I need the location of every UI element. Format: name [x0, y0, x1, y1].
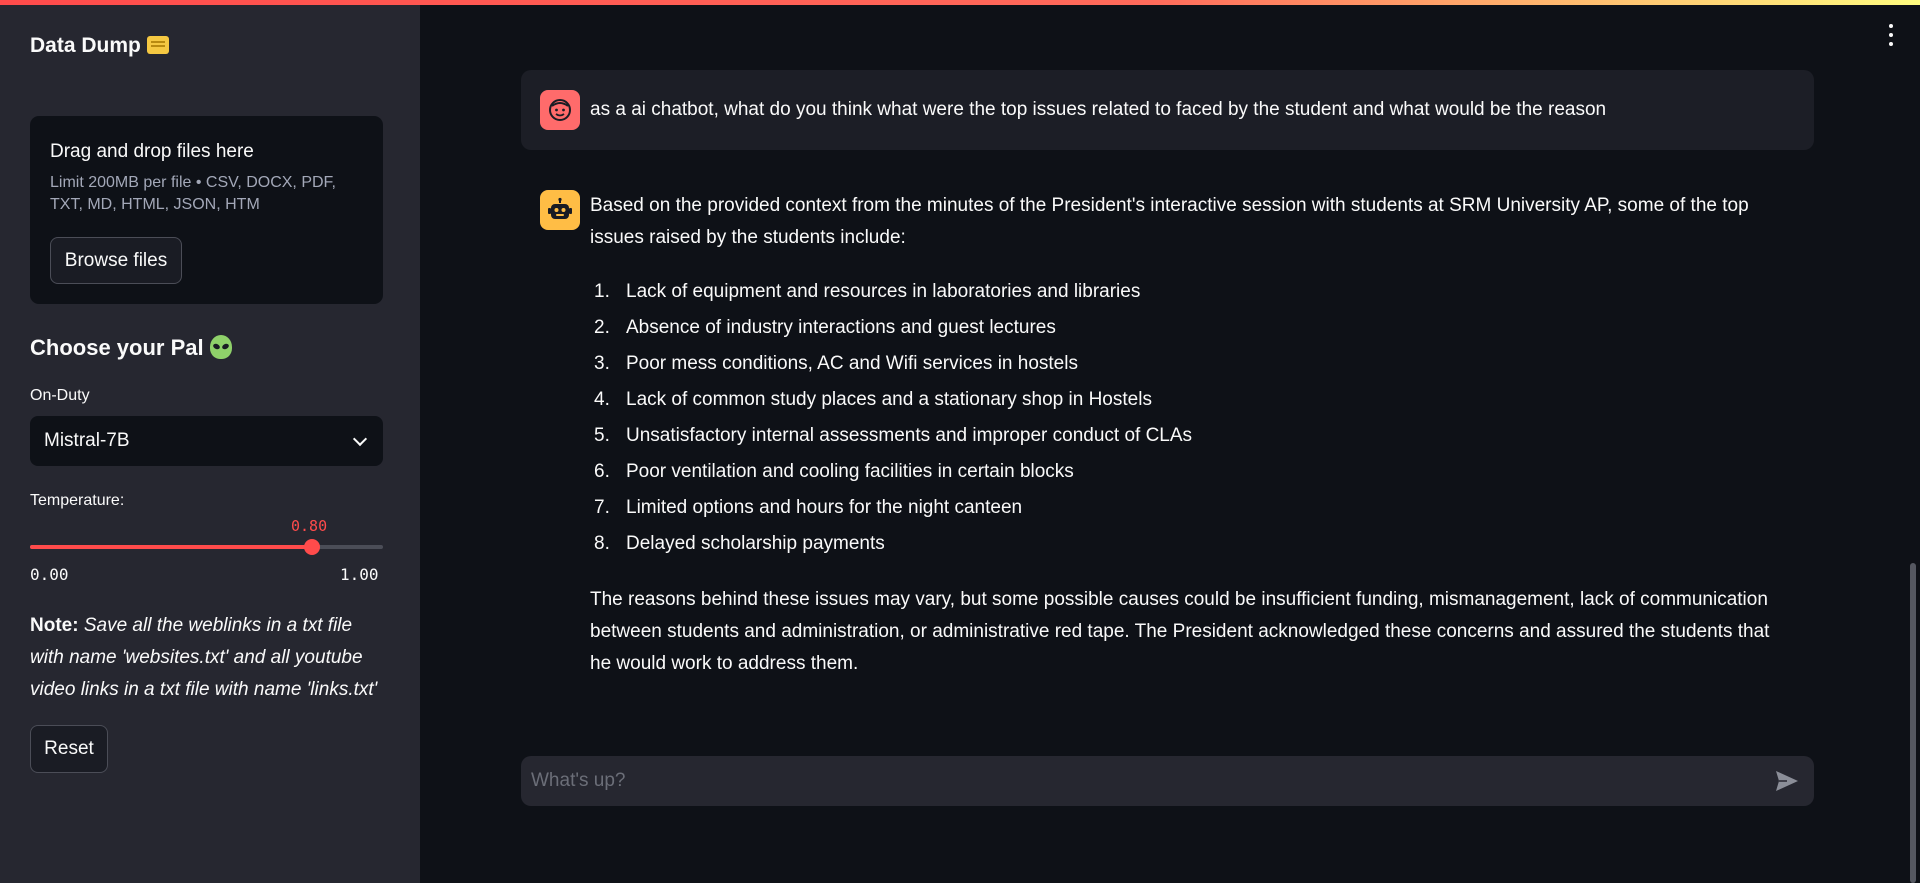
list-item-number: 2.: [594, 317, 610, 338]
list-item-number: 6.: [594, 461, 610, 482]
note-text: Note: Save all the weblinks in a txt fil…: [30, 610, 390, 706]
slider-fill: [30, 545, 313, 549]
list-item-text: Absence of industry interactions and gue…: [626, 317, 1056, 338]
note-body: Save all the weblinks in a txt file with…: [30, 615, 378, 700]
reset-button[interactable]: Reset: [30, 725, 108, 773]
list-item: 3. Poor mess conditions, AC and Wifi serv…: [590, 346, 1790, 382]
dropzone-limit: Limit 200MB per file • CSV, DOCX, PDF, T…: [50, 174, 336, 213]
chevron-down-icon: [352, 431, 368, 447]
list-item-number: 4.: [594, 389, 610, 410]
send-icon[interactable]: [1773, 768, 1801, 794]
assistant-message: Based on the provided context from the m…: [590, 190, 1790, 680]
assistant-intro: Based on the provided context from the m…: [590, 195, 1749, 248]
list-item-number: 3.: [594, 353, 610, 374]
scrollbar[interactable]: [1910, 563, 1916, 883]
list-item: 8. Delayed scholarship payments: [590, 526, 1790, 562]
list-item: 1. Lack of equipment and resources in lab…: [590, 274, 1790, 310]
alien-icon: [209, 335, 232, 359]
slider-min-label: 0.00: [30, 565, 69, 584]
list-item-text: Unsatisfactory internal assessments and …: [626, 425, 1193, 446]
card-index-icon: [146, 36, 169, 54]
list-item-number: 7.: [594, 497, 610, 518]
list-item-text: Delayed scholarship payments: [626, 533, 885, 554]
list-item-number: 1.: [594, 281, 610, 302]
issues-list: 1. Lack of equipment and resources in lab…: [590, 274, 1790, 562]
browse-files-button[interactable]: Browse files: [50, 237, 182, 284]
choose-pal-text: Choose your Pal: [30, 335, 204, 360]
kebab-menu-icon[interactable]: [1888, 24, 1894, 46]
app-title-text: Data Dump: [30, 34, 141, 57]
top-decoration-bar: [0, 0, 1920, 5]
list-item: 5. Unsatisfactory internal assessments an…: [590, 418, 1790, 454]
file-dropzone[interactable]: Drag and drop files here Limit 200MB per…: [30, 116, 383, 304]
robot-icon: [540, 190, 580, 230]
model-select[interactable]: Mistral-7B: [30, 416, 383, 466]
model-select-label: On-Duty: [30, 387, 90, 404]
list-item-number: 8.: [594, 533, 610, 554]
list-item-number: 5.: [594, 425, 610, 446]
app-title: Data Dump: [30, 34, 169, 58]
dropzone-title: Drag and drop files here: [50, 141, 254, 162]
user-message-text: as a ai chatbot, what do you think what …: [590, 99, 1607, 120]
note-label: Note:: [30, 615, 79, 636]
list-item-text: Lack of equipment and resources in labor…: [626, 281, 1141, 302]
model-select-value: Mistral-7B: [44, 430, 130, 451]
list-item: 7. Limited options and hours for the nigh…: [590, 490, 1790, 526]
list-item-text: Poor mess conditions, AC and Wifi servic…: [626, 353, 1078, 374]
temperature-value: 0.80: [291, 517, 328, 535]
slider-thumb[interactable]: [304, 539, 321, 555]
list-item: 2. Absence of industry interactions and g…: [590, 310, 1790, 346]
choose-pal-heading: Choose your Pal: [30, 335, 232, 361]
list-item-text: Limited options and hours for the night …: [626, 497, 1023, 518]
face-icon: [540, 90, 580, 130]
list-item-text: Poor ventilation and cooling facilities …: [626, 461, 1074, 482]
chat-input-bar: [521, 756, 1814, 806]
temperature-slider[interactable]: [30, 539, 383, 555]
list-item: 4. Lack of common study places and a stat…: [590, 382, 1790, 418]
sidebar: Data Dump Drag and drop files here Limit…: [0, 0, 420, 883]
slider-max-label: 1.00: [340, 565, 379, 584]
assistant-conclusion: The reasons behind these issues may vary…: [590, 589, 1770, 674]
list-item-text: Lack of common study places and a statio…: [626, 389, 1152, 410]
chat-input[interactable]: [531, 756, 1731, 806]
temperature-label: Temperature:: [30, 492, 125, 509]
user-message: as a ai chatbot, what do you think what …: [521, 70, 1814, 150]
list-item: 6. Poor ventilation and cooling facilitie…: [590, 454, 1790, 490]
